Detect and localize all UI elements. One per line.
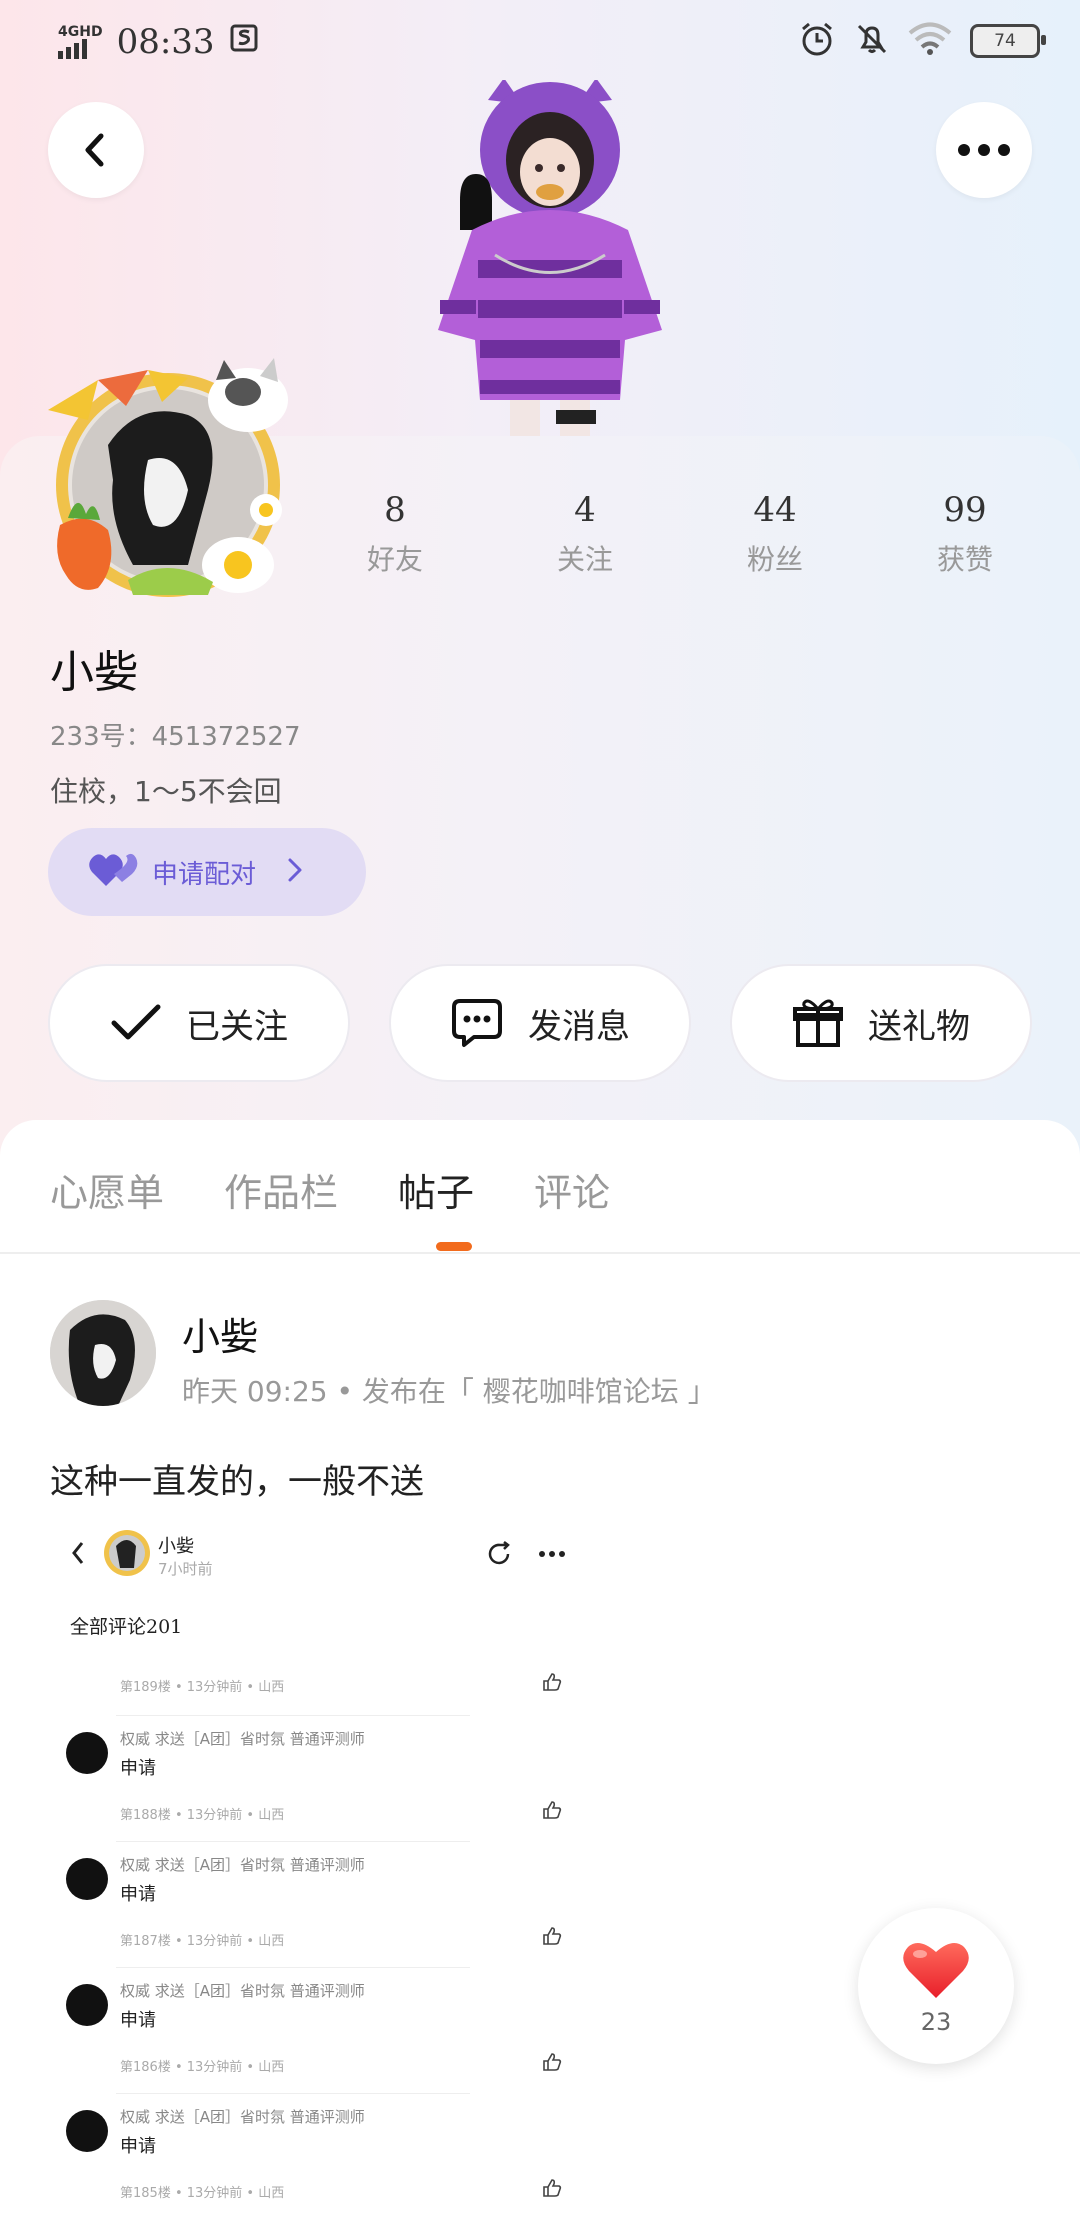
post-author-avatar[interactable] — [50, 1300, 156, 1406]
avatar — [104, 1530, 150, 1576]
profile-username: 小姕 — [50, 647, 138, 698]
comment-author: 权威 求送［A团］省时氛 普通评测师 — [120, 1856, 365, 1874]
gift-icon — [793, 999, 843, 1047]
send-message-button[interactable]: 发消息 — [389, 964, 691, 1082]
avatar — [66, 2110, 108, 2152]
tabs-divider — [0, 1252, 1080, 1254]
stat-likes[interactable]: 99 获赞 — [870, 490, 1060, 578]
back-arrow-icon — [72, 1542, 84, 1564]
send-gift-label: 送礼物 — [868, 1006, 970, 1047]
like-count: 23 — [920, 2008, 952, 2036]
comment-text: 申请 — [120, 2136, 156, 2157]
clock: 08:33 — [116, 22, 215, 62]
stat-label: 好友 — [366, 543, 423, 576]
stat-friends[interactable]: 8 好友 — [300, 490, 490, 578]
more-options-button[interactable] — [936, 102, 1032, 198]
comment-floor: 第185楼 • 13分钟前 • 山西 — [120, 2186, 285, 2201]
post-author-name[interactable]: 小姕 — [182, 1306, 258, 1361]
comment-text: 申请 — [120, 1884, 156, 1905]
comment-text: 申请 — [120, 2010, 156, 2031]
like-button[interactable]: 23 — [858, 1908, 1014, 2064]
image-author-name: 小姕 — [158, 1536, 194, 1557]
back-button[interactable] — [48, 102, 144, 198]
comment-row: 第189楼 • 13分钟前 • 山西 — [50, 1656, 590, 1716]
more-dots-icon — [958, 144, 1010, 156]
share-icon — [488, 1541, 510, 1565]
tab-posts[interactable]: 帖子 — [398, 1162, 474, 1217]
stat-value: 99 — [943, 490, 987, 530]
battery-level: 74 — [994, 31, 1016, 51]
profile-id: 233号：451372527 — [50, 722, 301, 752]
stat-value: 8 — [384, 490, 406, 530]
stat-label: 关注 — [556, 543, 613, 576]
active-tab-indicator — [436, 1242, 472, 1251]
profile-actions: 已关注 发消息 送礼物 — [48, 964, 1032, 1082]
heart-icon — [903, 1943, 969, 1998]
comment-row: 权威 求送［A团］省时氛 普通评测师 申请 第187楼 • 13分钟前 • 山西 — [50, 1842, 590, 1968]
send-gift-button[interactable]: 送礼物 — [730, 964, 1032, 1082]
user-avatar[interactable] — [38, 350, 298, 610]
thumbs-up-icon — [543, 1673, 562, 1691]
thumbs-up-icon — [543, 2179, 562, 2197]
character-avatar-image — [400, 78, 700, 440]
stat-fans[interactable]: 44 粉丝 — [680, 490, 870, 578]
followed-button[interactable]: 已关注 — [48, 964, 350, 1082]
thumbs-up-icon — [543, 2053, 562, 2071]
stat-following[interactable]: 4 关注 — [490, 490, 680, 578]
signal-icon: 4GHD — [58, 25, 103, 59]
thumbs-up-icon — [543, 1801, 562, 1819]
comment-author: 权威 求送［A团］省时氛 普通评测师 — [120, 2108, 365, 2126]
battery-icon: 74 — [970, 24, 1046, 58]
double-heart-icon — [88, 852, 138, 892]
stat-value: 4 — [574, 490, 596, 530]
comment-row: 权威 求送［A团］省时氛 普通评测师 申请 第185楼 • 13分钟前 • 山西 — [50, 2094, 590, 2214]
stat-value: 44 — [753, 490, 797, 530]
network-type: 4GHD — [58, 24, 103, 40]
post-meta: 昨天 09:25 • 发布在「 樱花咖啡馆论坛 」 — [182, 1375, 716, 1408]
comment-floor: 第188楼 • 13分钟前 • 山西 — [120, 1808, 285, 1823]
tab-wishlist[interactable]: 心愿单 — [50, 1162, 164, 1217]
screenshot-indicator-icon — [229, 22, 259, 62]
status-bar: 4GHD 08:33 74 — [0, 0, 1080, 90]
image-header: 小姕 7小时前 — [50, 1512, 590, 1592]
post-image[interactable]: 小姕 7小时前 全部评论201 第189楼 • 13分钟前 • 山西 权威 求送… — [50, 1512, 590, 2214]
avatar — [66, 1858, 108, 1900]
comment-author: 权威 求送［A团］省时氛 普通评测师 — [120, 1982, 365, 2000]
more-dots-icon — [539, 1551, 565, 1557]
comment-floor: 第189楼 • 13分钟前 • 山西 — [120, 1680, 285, 1695]
tab-comments[interactable]: 评论 — [534, 1162, 610, 1217]
stat-label: 获赞 — [936, 543, 993, 576]
apply-pair-label: 申请配对 — [152, 859, 257, 890]
back-arrow-icon — [85, 133, 104, 167]
comment-author: 权威 求送［A团］省时氛 普通评测师 — [120, 1730, 365, 1748]
followed-label: 已关注 — [186, 1006, 288, 1047]
avatar — [66, 1984, 108, 2026]
wifi-icon — [908, 22, 952, 60]
image-post-time: 7小时前 — [158, 1560, 213, 1578]
stat-label: 粉丝 — [746, 543, 803, 576]
comment-row: 权威 求送［A团］省时氛 普通评测师 申请 第188楼 • 13分钟前 • 山西 — [50, 1716, 590, 1842]
comment-row: 权威 求送［A团］省时氛 普通评测师 申请 第186楼 • 13分钟前 • 山西 — [50, 1968, 590, 2094]
checkmark-icon — [111, 1004, 161, 1040]
mute-icon — [854, 21, 890, 61]
apply-pair-button[interactable]: 申请配对 — [48, 828, 366, 916]
tab-works[interactable]: 作品栏 — [224, 1162, 338, 1217]
comments-count-title: 全部评论201 — [70, 1616, 183, 1638]
chevron-right-icon — [286, 856, 304, 888]
profile-bio: 住校，1～5不会回 — [50, 775, 282, 808]
avatar — [66, 1732, 108, 1774]
message-bubble-icon — [452, 999, 502, 1047]
comment-text: 申请 — [120, 1758, 156, 1779]
profile-stats: 8 好友 4 关注 44 粉丝 99 获赞 — [300, 490, 1060, 578]
comment-floor: 第187楼 • 13分钟前 • 山西 — [120, 1934, 285, 1949]
alarm-icon — [798, 20, 836, 62]
profile-tabs: 心愿单 作品栏 帖子 评论 — [0, 1162, 610, 1217]
comment-floor: 第186楼 • 13分钟前 • 山西 — [120, 2060, 285, 2075]
send-message-label: 发消息 — [528, 1006, 630, 1047]
thumbs-up-icon — [543, 1927, 562, 1945]
post-text: 这种一直发的，一般不送 — [50, 1462, 424, 1502]
